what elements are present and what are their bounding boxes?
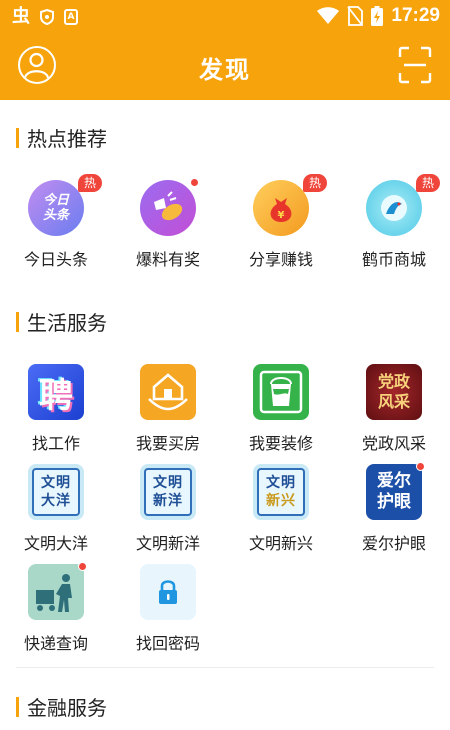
delivery-glyph bbox=[36, 574, 72, 612]
life-item-decor[interactable]: 我要装修 bbox=[225, 364, 337, 454]
bird-icon bbox=[366, 180, 422, 236]
megaphone-icon bbox=[140, 180, 196, 236]
scan-icon[interactable] bbox=[398, 46, 432, 84]
section-hot-title: 热点推荐 bbox=[16, 123, 107, 152]
lock-glyph bbox=[159, 580, 177, 604]
item-label: 鹤币商城 bbox=[361, 250, 426, 269]
status-time: 17:29 bbox=[391, 5, 440, 26]
hot-badge: 热 bbox=[302, 174, 327, 192]
item-label: 文明大洋 bbox=[23, 534, 88, 553]
item-label: 爱尔护眼 bbox=[361, 534, 426, 553]
delivery-icon bbox=[28, 564, 84, 620]
section-life-title: 生活服务 bbox=[16, 307, 107, 336]
life-item-job[interactable]: 聘 找工作 bbox=[0, 364, 112, 454]
nav-bar: 发现 bbox=[0, 38, 450, 96]
tile-text-line: 新洋 bbox=[153, 493, 183, 509]
house-glyph bbox=[148, 373, 188, 411]
item-label: 爆料有奖 bbox=[135, 250, 200, 269]
battery-charging-icon bbox=[371, 6, 384, 26]
item-label: 分享赚钱 bbox=[248, 250, 313, 269]
no-sim-icon bbox=[347, 6, 364, 26]
civilization-icon: 文明 新兴 bbox=[253, 464, 309, 520]
tile-text-line: 风采 bbox=[377, 392, 410, 411]
item-label: 我要买房 bbox=[135, 434, 200, 453]
header: 虫 A 17:29 发现 bbox=[0, 0, 450, 100]
item-label: 今日头条 bbox=[23, 250, 88, 269]
money-bag-icon: ¥ bbox=[253, 180, 309, 236]
section-accent-bar bbox=[16, 696, 19, 717]
tile-text-line: 新兴 bbox=[266, 493, 296, 509]
tile-text-line: 今日 bbox=[42, 193, 69, 208]
section-accent-bar bbox=[16, 311, 19, 332]
house-icon bbox=[140, 364, 196, 420]
megaphone-glyph bbox=[154, 191, 183, 221]
page-title: 发现 bbox=[199, 56, 251, 84]
tile-text-line: 文明 bbox=[266, 475, 296, 491]
hot-badge: 热 bbox=[77, 174, 102, 192]
civilization-icon: 文明 新洋 bbox=[140, 464, 196, 520]
tile-text-line: 文明 bbox=[41, 475, 71, 491]
item-label: 找回密码 bbox=[135, 634, 200, 653]
hot-item-news[interactable]: 今日 头条 热 今日头条 bbox=[0, 174, 112, 270]
item-label: 我要装修 bbox=[248, 434, 313, 453]
a-icon: A bbox=[64, 9, 78, 25]
life-item-house[interactable]: 我要买房 bbox=[112, 364, 224, 454]
tile-text-line: 大洋 bbox=[41, 493, 71, 509]
hot-item-mall[interactable]: 热 鹤币商城 bbox=[338, 174, 450, 270]
hot-item-tipoff[interactable]: 爆料有奖 bbox=[112, 178, 224, 270]
life-item-party[interactable]: 党政 风采 党政风采 bbox=[338, 364, 450, 454]
paint-bucket-icon bbox=[253, 364, 309, 420]
tile-text-line: 护眼 bbox=[377, 492, 411, 512]
life-item-express[interactable]: 快递查询 bbox=[0, 562, 112, 654]
life-item-eye[interactable]: 爱尔 护眼 爱尔护眼 bbox=[338, 462, 450, 554]
eye-care-icon: 爱尔 护眼 bbox=[366, 464, 422, 520]
hire-icon: 聘 bbox=[28, 364, 84, 420]
lock-icon bbox=[140, 564, 196, 620]
tile-text-line: 党政 bbox=[377, 372, 410, 391]
tile-text-line: 头条 bbox=[42, 208, 69, 223]
item-label: 党政风采 bbox=[361, 434, 426, 453]
hot-badge: 热 bbox=[415, 174, 440, 192]
item-label: 文明新洋 bbox=[135, 534, 200, 553]
item-label: 找工作 bbox=[31, 434, 80, 453]
life-item-wm-dayang[interactable]: 文明 大洋 文明大洋 bbox=[0, 464, 112, 554]
notification-dot bbox=[416, 462, 425, 471]
bird-glyph bbox=[381, 195, 407, 221]
life-item-password[interactable]: 找回密码 bbox=[112, 564, 224, 654]
section-accent-bar bbox=[16, 127, 19, 148]
civilization-icon: 文明 大洋 bbox=[28, 464, 84, 520]
section-finance-title: 金融服务 bbox=[16, 692, 107, 721]
section-title-text: 热点推荐 bbox=[27, 127, 107, 151]
hot-item-share[interactable]: ¥ 热 分享赚钱 bbox=[225, 174, 337, 270]
life-item-wm-xinyang[interactable]: 文明 新洋 文明新洋 bbox=[112, 464, 224, 554]
shield-icon bbox=[40, 9, 54, 25]
notification-dot bbox=[190, 178, 199, 187]
wifi-icon bbox=[317, 7, 340, 24]
tile-text-line: 文明 bbox=[153, 475, 183, 491]
notification-dot bbox=[78, 562, 87, 571]
item-label: 快递查询 bbox=[23, 634, 88, 653]
life-item-wm-xinxing[interactable]: 文明 新兴 文明新兴 bbox=[225, 464, 337, 554]
party-icon: 党政 风采 bbox=[366, 364, 422, 420]
item-label: 文明新兴 bbox=[248, 534, 313, 553]
svg-text:¥: ¥ bbox=[278, 210, 285, 221]
bag-glyph: ¥ bbox=[270, 198, 292, 222]
bucket-glyph bbox=[259, 370, 303, 414]
tile-text-line: 爱尔 bbox=[377, 471, 411, 491]
section-title-text: 生活服务 bbox=[27, 311, 107, 335]
news-icon: 今日 头条 bbox=[28, 180, 84, 236]
tile-text: 聘 bbox=[39, 375, 73, 416]
section-divider bbox=[16, 667, 434, 668]
app-notification-icon: 虫 bbox=[12, 6, 30, 27]
section-title-text: 金融服务 bbox=[27, 696, 107, 720]
status-bar: 虫 A 17:29 bbox=[0, 0, 450, 34]
